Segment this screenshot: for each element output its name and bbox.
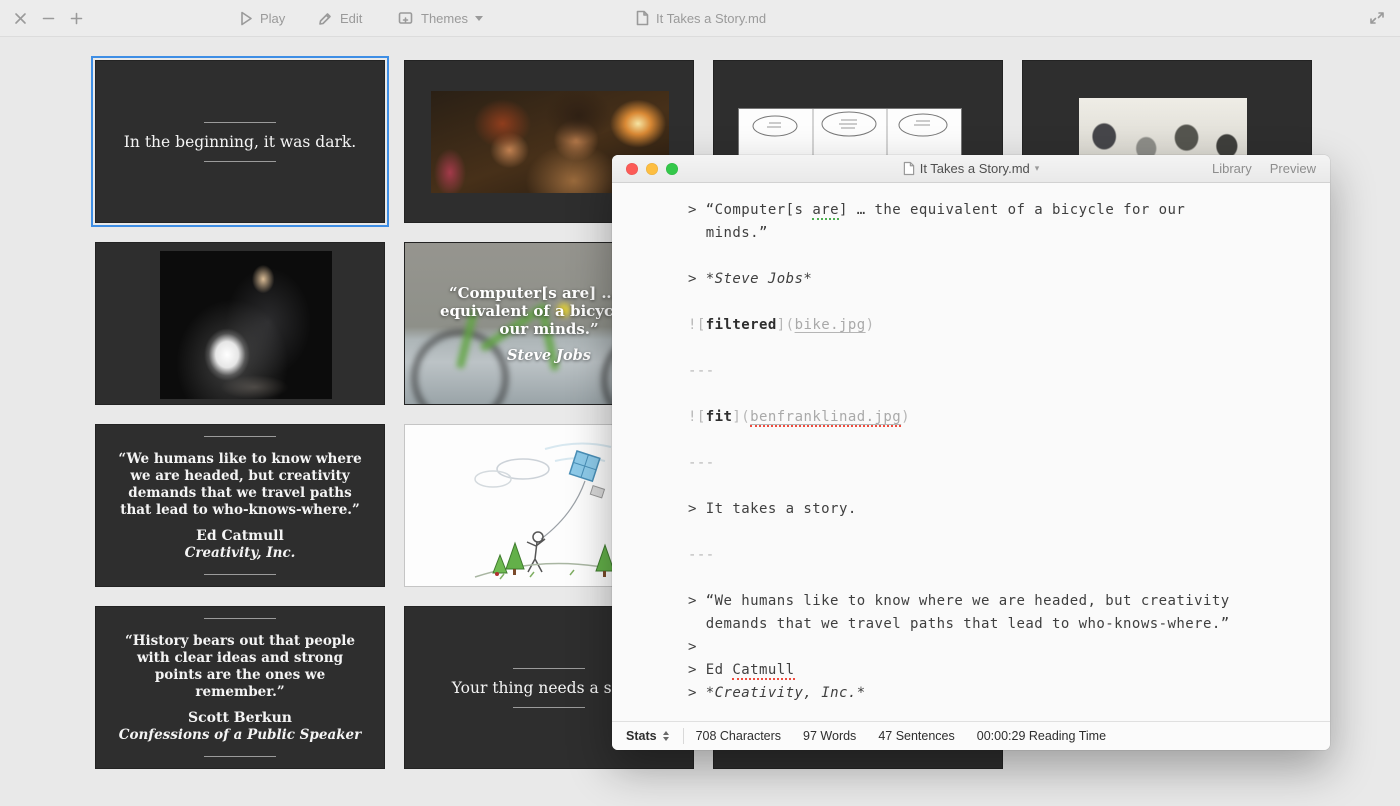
decorative-rule xyxy=(204,618,276,619)
slide-1-text: In the beginning, it was dark. xyxy=(123,132,357,151)
tesla-bulb-photo xyxy=(160,251,332,399)
editor-line[interactable]: --- xyxy=(688,452,1310,475)
sort-chevrons-icon xyxy=(662,731,669,741)
editor-titlebar[interactable]: It Takes a Story.md ▾ Library Preview xyxy=(612,155,1330,183)
slide-9-quote: “History bears out that people with clea… xyxy=(124,632,355,700)
window-close-button[interactable] xyxy=(14,0,27,36)
title-caret-icon: ▾ xyxy=(1034,163,1040,173)
editor-line[interactable]: ![filtered](bike.jpg) xyxy=(688,314,1310,337)
slide-7-attribution: Ed Catmull xyxy=(196,527,284,544)
add-slide-button[interactable] xyxy=(70,0,83,36)
editor-line[interactable]: > Ed Catmull xyxy=(688,659,1310,682)
decorative-rule xyxy=(513,706,585,708)
play-button[interactable]: Play xyxy=(240,0,285,36)
toolbar-document-title: It Takes a Story.md xyxy=(636,0,766,36)
slide-7-quote: “We humans like to know where we are hea… xyxy=(118,450,362,518)
decorative-rule xyxy=(204,436,276,437)
stat-item: 00:00:29 Reading Time xyxy=(976,729,1107,743)
editor-line[interactable] xyxy=(688,567,1310,590)
expand-icon xyxy=(1370,12,1384,24)
preview-button[interactable]: Preview xyxy=(1270,161,1316,176)
decorative-rule xyxy=(513,667,585,669)
editor-line[interactable] xyxy=(688,475,1310,498)
slide-6-attribution: Steve Jobs xyxy=(507,346,591,364)
stats-toggle[interactable]: Stats xyxy=(626,729,669,743)
stat-item: 97 Words xyxy=(803,729,857,743)
editor-line[interactable]: ![fit](benfranklinad.jpg) xyxy=(688,406,1310,429)
app-toolbar: Play Edit Themes It Takes a Story.md xyxy=(0,0,1400,37)
stats-label: Stats xyxy=(626,729,657,743)
editor-line[interactable] xyxy=(688,245,1310,268)
editor-line[interactable] xyxy=(688,337,1310,360)
editor-line[interactable] xyxy=(688,383,1310,406)
play-icon xyxy=(241,11,252,25)
editor-content[interactable]: > “Computer[s are] … the equivalent of a… xyxy=(612,183,1330,721)
editor-line[interactable]: > “We humans like to know where we are h… xyxy=(688,590,1310,613)
statusbar-divider xyxy=(682,728,684,744)
editor-line[interactable]: --- xyxy=(688,360,1310,383)
stats-items: 708 Characters 97 Words 47 Sentences 00:00:… xyxy=(696,729,1106,743)
themes-button[interactable]: Themes xyxy=(398,0,483,36)
pencil-icon xyxy=(319,12,331,25)
slide-9-source: Confessions of a Public Speaker xyxy=(118,726,362,743)
decorative-rule xyxy=(204,121,276,123)
editor-title-label: It Takes a Story.md xyxy=(919,161,1030,176)
library-button[interactable]: Library xyxy=(1212,161,1252,176)
stat-item: 708 Characters xyxy=(695,729,782,743)
fullscreen-button[interactable] xyxy=(1368,0,1386,36)
slide-thumbnail-5[interactable] xyxy=(95,242,385,405)
editor-line[interactable] xyxy=(688,521,1310,544)
editor-line[interactable]: --- xyxy=(688,544,1310,567)
deckset-app: { "toolbar": { "play_label": "Play", "ed… xyxy=(0,0,1400,806)
document-icon xyxy=(636,10,649,26)
editor-line[interactable]: > It takes a story. xyxy=(688,498,1310,521)
chevron-down-icon xyxy=(474,15,483,21)
plus-icon xyxy=(70,12,83,24)
edit-label: Edit xyxy=(340,10,363,26)
editor-line[interactable]: > xyxy=(688,636,1310,659)
decorative-rule xyxy=(204,574,276,575)
slide-thumbnail-7[interactable]: “We humans like to know where we are hea… xyxy=(95,424,385,587)
editor-line[interactable]: > “Computer[s are] … the equivalent of a… xyxy=(688,199,1310,222)
tree-left xyxy=(492,541,525,576)
themes-icon xyxy=(398,11,413,24)
window-minimize-button[interactable] xyxy=(42,0,55,36)
stat-item: 47 Sentences xyxy=(878,729,955,743)
play-label: Play xyxy=(260,10,286,26)
document-title-label: It Takes a Story.md xyxy=(656,10,767,26)
slide-thumbnail-9[interactable]: “History bears out that people with clea… xyxy=(95,606,385,769)
slide-7-source: Creativity, Inc. xyxy=(184,544,296,561)
editor-line[interactable] xyxy=(688,429,1310,452)
minimize-icon xyxy=(42,17,55,19)
editor-line[interactable]: > *Steve Jobs* xyxy=(688,268,1310,291)
editor-statusbar: Stats 708 Characters 97 Words 47 Sentences… xyxy=(612,721,1330,750)
editor-line[interactable]: > *Creativity, Inc.* xyxy=(688,682,1310,705)
close-icon xyxy=(15,12,26,24)
editor-line[interactable]: minds.” xyxy=(688,222,1310,245)
slide-9-attribution: Scott Berkun xyxy=(188,709,292,726)
editor-line[interactable] xyxy=(688,291,1310,314)
editor-line[interactable]: demands that we travel paths that lead t… xyxy=(688,613,1310,636)
themes-label: Themes xyxy=(421,10,468,26)
edit-button[interactable]: Edit xyxy=(318,0,362,36)
slide-thumbnail-1[interactable]: In the beginning, it was dark. xyxy=(91,56,389,227)
decorative-rule xyxy=(204,160,276,162)
markdown-editor-window: It Takes a Story.md ▾ Library Preview > … xyxy=(612,155,1330,750)
decorative-rule xyxy=(204,756,276,757)
document-icon xyxy=(903,161,914,176)
